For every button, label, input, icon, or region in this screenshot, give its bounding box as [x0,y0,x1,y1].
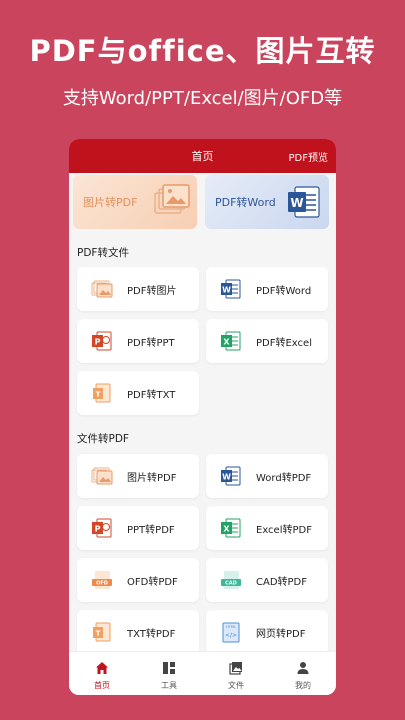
excel-to-pdf-card[interactable]: X Excel转PDF [206,506,328,550]
promo-subtitle: 支持Word/PPT/Excel/图片/OFD等 [62,88,343,109]
txt-icon: T [91,621,113,643]
tab-label: 文件 [228,681,244,690]
app-header: 首页 PDF预览 [69,139,336,173]
tab-profile[interactable]: 我的 [270,652,336,695]
ofd-icon-text: OFD [96,581,108,587]
card-label: TXT转PDF [127,629,176,640]
profile-icon [296,660,310,674]
card-label: CAD转PDF [256,577,308,588]
tools-icon [162,660,176,674]
pdf-to-ppt-card[interactable]: P PDF转PPT [77,319,199,363]
html-icon: HTML </> [220,621,242,643]
txt-to-pdf-card[interactable]: T TXT转PDF [77,610,199,654]
image-to-pdf-card[interactable]: 图片转PDF [77,454,199,498]
ppt-icon: P [91,330,113,352]
svg-text:X: X [223,338,230,347]
card-label: PDF转PPT [127,338,175,349]
tab-tools[interactable]: 工具 [136,652,202,695]
html-icon-text: HTML [226,625,236,629]
ppt-to-pdf-card[interactable]: P PPT转PDF [77,506,199,550]
card-label: PDF转图片 [127,286,177,297]
svg-text:W: W [222,286,231,295]
word-icon: W [285,183,323,225]
promo-title: PDF与office、图片互转 [29,34,376,68]
svg-text:T: T [96,391,101,399]
section-title-pdf-to-file: PDF转文件 [77,247,129,259]
svg-text:W: W [222,473,231,482]
txt-icon: T [91,382,113,404]
image-icon [91,465,113,487]
ppt-icon: P [91,517,113,539]
card-label: PDF转TXT [127,390,176,401]
pdf-to-excel-card[interactable]: X PDF转Excel [206,319,328,363]
web-to-pdf-card[interactable]: HTML </> 网页转PDF [206,610,328,654]
image-icon [153,183,191,225]
card-label: Excel转PDF [256,525,312,536]
word-to-pdf-card[interactable]: W Word转PDF [206,454,328,498]
tab-label: 工具 [161,681,177,690]
word-icon: W [220,278,242,300]
card-label: OFD转PDF [127,577,178,588]
banner-label: PDF转Word [215,196,276,209]
card-label: 网页转PDF [256,629,306,640]
card-label: 图片转PDF [127,473,177,484]
excel-icon: X [220,517,242,539]
image-to-pdf-banner[interactable]: 图片转PDF [73,175,197,229]
svg-text:</>: </> [225,632,237,639]
card-label: Word转PDF [256,473,312,484]
tab-files[interactable]: 文件 [203,652,269,695]
excel-icon: X [220,330,242,352]
card-label: PDF转Excel [256,338,312,349]
pdf-to-word-card[interactable]: W PDF转Word [206,267,328,311]
phone-screen: 首页 PDF预览 图片转PDF PDF转Word W PDF转文件 PDF转图片… [69,139,336,695]
pdf-to-word-banner[interactable]: PDF转Word W [205,175,329,229]
tab-label: 我的 [295,681,311,690]
svg-text:P: P [95,525,101,534]
banner-label: 图片转PDF [83,196,138,209]
tab-label: 首页 [94,681,110,690]
svg-text:W: W [290,196,303,210]
section-title-file-to-pdf: 文件转PDF [77,433,129,445]
word-icon: W [220,465,242,487]
ofd-to-pdf-card[interactable]: OFD OFD转PDF [77,558,199,602]
pdf-preview-link[interactable]: PDF预览 [289,149,328,164]
image-icon [91,278,113,300]
files-icon [229,660,243,675]
pdf-to-image-card[interactable]: PDF转图片 [77,267,199,311]
svg-text:X: X [223,525,230,534]
cad-icon: CAD [220,569,242,591]
pdf-to-txt-card[interactable]: T PDF转TXT [77,371,199,415]
svg-text:P: P [95,338,101,347]
cad-icon-text: CAD [225,581,237,587]
ofd-icon: OFD [91,569,113,591]
cad-to-pdf-card[interactable]: CAD CAD转PDF [206,558,328,602]
bottom-tab-bar: 首页 工具 文件 我的 [69,651,336,695]
banner-row: 图片转PDF PDF转Word W [73,173,332,231]
card-label: PDF转Word [256,286,312,297]
card-label: PPT转PDF [127,525,175,536]
home-icon [95,660,109,674]
svg-text:T: T [96,630,101,638]
tab-home[interactable]: 首页 [69,652,135,695]
